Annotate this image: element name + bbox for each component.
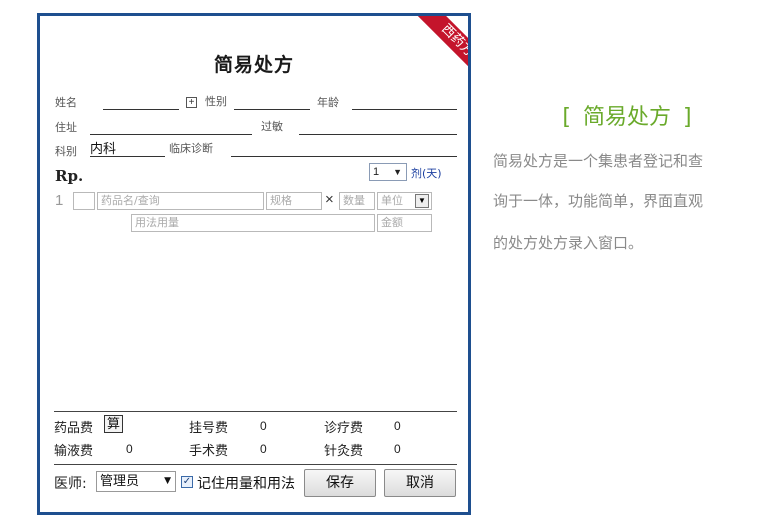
expand-plus-icon[interactable]: + (186, 97, 197, 108)
times-symbol: × (325, 191, 334, 208)
department-field[interactable]: 内科 (90, 143, 165, 157)
treatment-fee-label: 诊疗费 (324, 421, 364, 436)
amount-input[interactable]: 金额 (377, 214, 432, 232)
row-checkbox-field[interactable] (73, 192, 95, 210)
cancel-button[interactable]: 取消 (384, 469, 456, 497)
form-title: 简易处方 (213, 54, 294, 76)
gender-label: 性别 (205, 95, 227, 108)
allergy-label: 过敏 (261, 120, 283, 133)
fees-divider (54, 411, 457, 412)
diagnosis-label: 临床诊断 (169, 142, 213, 155)
age-label: 年龄 (317, 96, 339, 109)
register-fee-value: 0 (260, 419, 267, 433)
address-label: 住址 (55, 121, 77, 134)
treatment-fee-value: 0 (394, 419, 401, 433)
gender-field[interactable] (234, 96, 310, 110)
left-bracket: [ (562, 105, 571, 130)
name-field[interactable] (103, 96, 179, 110)
chevron-down-icon: ▼ (164, 476, 171, 486)
prescription-form: 西药方 简易处方 姓名 + 性别 年龄 住址 过敏 科别 内科 临床诊断 Rp.… (37, 13, 471, 515)
infusion-fee-value: 0 (126, 442, 133, 456)
rp-label: Rp. (55, 167, 84, 185)
remember-usage-label: 记住用量和用法 (197, 476, 295, 492)
unit-select-value: 单位 (381, 194, 403, 207)
quantity-input[interactable]: 数量 (339, 192, 375, 210)
name-label: 姓名 (55, 96, 77, 109)
unit-chevron-down-icon[interactable]: ▼ (415, 194, 429, 208)
dose-unit-label: 剂(天) (411, 167, 442, 180)
dose-count-select[interactable]: 1 ▼ (369, 163, 407, 181)
description-title-text: 简易处方 (582, 105, 671, 130)
doctor-select[interactable]: 管理员 ▼ (96, 471, 176, 492)
acupuncture-fee-label: 针灸费 (324, 444, 364, 459)
dose-count-value: 1 (373, 166, 380, 178)
description-line-1: 简易处方是一个集患者登记和查 (493, 152, 704, 170)
spec-input[interactable]: 规格 (266, 192, 322, 210)
acupuncture-fee-value: 0 (394, 442, 401, 456)
surgery-fee-value: 0 (260, 442, 267, 456)
drug-fee-label: 药品费 (54, 421, 94, 436)
register-fee-label: 挂号费 (189, 421, 229, 436)
footer-divider (54, 464, 457, 465)
right-bracket: ] (683, 105, 692, 130)
diagnosis-field[interactable] (231, 143, 457, 157)
calculate-button[interactable]: 算 (104, 415, 124, 433)
description-line-3: 的处方处方录入窗口。 (493, 234, 644, 252)
address-field[interactable] (90, 121, 252, 135)
drug-search-input[interactable]: 药品名/查询 (97, 192, 264, 210)
description-line-2: 询于一体，功能简单，界面直观 (493, 192, 704, 210)
doctor-label: 医师: (54, 476, 87, 492)
usage-input[interactable]: 用法用量 (131, 214, 375, 232)
doctor-select-value: 管理员 (100, 474, 140, 489)
surgery-fee-label: 手术费 (189, 444, 229, 459)
age-field[interactable] (352, 96, 457, 110)
row-index: 1 (55, 192, 64, 209)
allergy-field[interactable] (299, 121, 457, 135)
department-label: 科别 (55, 145, 77, 158)
chevron-down-icon: ▼ (393, 167, 402, 177)
infusion-fee-label: 输液费 (54, 444, 94, 459)
remember-usage-checkbox[interactable]: ✓ (181, 476, 193, 488)
save-button[interactable]: 保存 (304, 469, 376, 497)
description-title: [ 简易处方] (494, 99, 760, 131)
